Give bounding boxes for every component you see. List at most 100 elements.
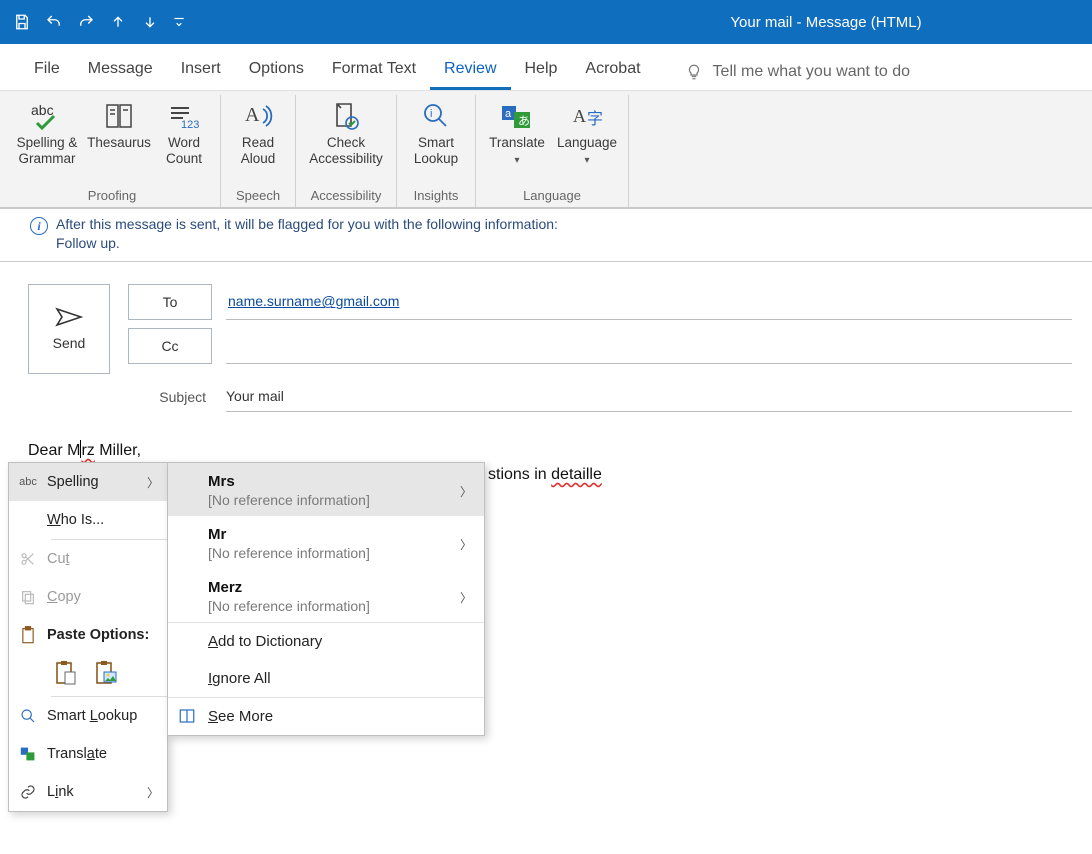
chevron-down-icon: ▾ xyxy=(514,155,519,166)
ribbon-group-proofing: abc Spelling & Grammar Thesaurus 123 Wor… xyxy=(4,95,221,207)
title-bar: Your mail - Message (HTML) xyxy=(0,0,1092,44)
scissors-icon xyxy=(19,551,37,567)
add-to-dictionary[interactable]: Add to Dictionary xyxy=(168,623,484,660)
chevron-down-icon: ▾ xyxy=(584,155,589,166)
svg-text:i: i xyxy=(430,108,432,120)
chevron-right-icon: 〉 xyxy=(147,474,159,491)
send-button[interactable]: Send xyxy=(28,284,110,374)
abc-check-icon: abc xyxy=(27,99,67,133)
subject-value: Your mail xyxy=(226,388,284,404)
cc-button[interactable]: Cc xyxy=(128,328,212,364)
context-menu: abc Spelling 〉 Who Is... Cut Copy Paste … xyxy=(8,462,168,812)
check-accessibility-button[interactable]: Check Accessibility xyxy=(302,97,390,168)
flag-info-bar: i After this message is sent, it will be… xyxy=(0,208,1092,262)
word-count-icon: 123 xyxy=(167,99,201,133)
accessibility-icon xyxy=(331,99,361,133)
customize-qat-button[interactable] xyxy=(168,8,190,36)
see-more[interactable]: See More xyxy=(168,698,484,735)
tab-file[interactable]: File xyxy=(20,54,74,90)
redo-button[interactable] xyxy=(72,8,100,36)
ribbon-group-label: Insights xyxy=(414,186,459,205)
to-button[interactable]: To xyxy=(128,284,212,320)
chevron-right-icon: 〉 xyxy=(460,589,472,606)
copy-icon xyxy=(19,589,37,605)
previous-item-button[interactable] xyxy=(104,8,132,36)
ctx-link[interactable]: Link 〉 xyxy=(9,773,167,811)
info-icon: i xyxy=(30,217,48,235)
chevron-right-icon: 〉 xyxy=(147,784,159,801)
to-value[interactable]: name.surname@gmail.com xyxy=(228,293,399,309)
read-aloud-button[interactable]: A Read Aloud xyxy=(227,97,289,168)
ctx-who-is[interactable]: Who Is... xyxy=(9,501,167,539)
suggestion-mrs[interactable]: Mrs [No reference information] 〉 xyxy=(168,463,484,516)
abc-icon: abc xyxy=(19,476,37,488)
body-text-fragment: stions in detaille xyxy=(488,466,602,484)
undo-button[interactable] xyxy=(40,8,68,36)
ribbon-group-label: Proofing xyxy=(88,186,136,205)
cc-field[interactable] xyxy=(226,328,1072,364)
smart-lookup-icon: i xyxy=(421,99,451,133)
ribbon-group-insights: i Smart Lookup Insights xyxy=(397,95,476,207)
paste-keep-source-icon[interactable] xyxy=(55,660,77,686)
ctx-spelling[interactable]: abc Spelling 〉 xyxy=(9,463,167,501)
info-line2: Follow up. xyxy=(56,234,558,253)
tab-help[interactable]: Help xyxy=(511,54,572,90)
ribbon-group-label: Language xyxy=(523,186,581,205)
tab-message[interactable]: Message xyxy=(74,54,167,90)
suggestion-merz[interactable]: Merz [No reference information] 〉 xyxy=(168,569,484,622)
tab-insert[interactable]: Insert xyxy=(167,54,235,90)
language-icon: A字 xyxy=(571,99,603,133)
lightbulb-icon xyxy=(685,63,703,81)
translate-icon xyxy=(19,746,37,762)
search-info-icon xyxy=(19,708,37,724)
thesaurus-icon xyxy=(104,99,134,133)
quick-access-toolbar xyxy=(8,8,190,36)
svg-text:A: A xyxy=(245,104,260,126)
ignore-all[interactable]: Ignore All xyxy=(168,660,484,697)
ctx-copy: Copy xyxy=(9,578,167,616)
clipboard-icon xyxy=(19,626,37,644)
chevron-right-icon: 〉 xyxy=(460,536,472,553)
thesaurus-button[interactable]: Thesaurus xyxy=(84,97,154,153)
ctx-cut: Cut xyxy=(9,540,167,578)
ribbon-group-speech: A Read Aloud Speech xyxy=(221,95,296,207)
smart-lookup-button[interactable]: i Smart Lookup xyxy=(403,97,469,168)
body-text: Dear Mrz Miller, xyxy=(28,442,141,459)
subject-label: Subject xyxy=(128,389,212,405)
translate-button[interactable]: aあ Translate▾ xyxy=(482,97,552,168)
translate-icon: aあ xyxy=(500,99,534,133)
tab-options[interactable]: Options xyxy=(235,54,318,90)
tab-acrobat[interactable]: Acrobat xyxy=(571,54,654,90)
svg-text:あ: あ xyxy=(518,114,530,128)
chevron-right-icon: 〉 xyxy=(460,483,472,500)
ctx-smart-lookup[interactable]: Smart Lookup xyxy=(9,697,167,735)
ribbon-group-label: Accessibility xyxy=(311,186,382,205)
to-field[interactable]: name.surname@gmail.com xyxy=(226,284,1072,320)
save-button[interactable] xyxy=(8,8,36,36)
svg-text:A: A xyxy=(573,106,586,126)
word-count-button[interactable]: 123 Word Count xyxy=(154,97,214,168)
suggestion-mr[interactable]: Mr [No reference information] 〉 xyxy=(168,516,484,569)
tab-review[interactable]: Review xyxy=(430,54,510,90)
ctx-translate[interactable]: Translate xyxy=(9,735,167,773)
svg-text:字: 字 xyxy=(587,110,603,128)
spelling-grammar-button[interactable]: abc Spelling & Grammar xyxy=(10,97,84,168)
read-aloud-icon: A xyxy=(243,99,273,133)
svg-text:a: a xyxy=(505,108,512,120)
send-icon xyxy=(55,307,83,327)
ctx-paste-options: Paste Options: xyxy=(9,616,167,654)
svg-text:123: 123 xyxy=(181,119,199,130)
subject-field[interactable]: Your mail xyxy=(226,382,1072,412)
language-button[interactable]: A字 Language▾ xyxy=(552,97,622,168)
tab-format-text[interactable]: Format Text xyxy=(318,54,430,90)
next-item-button[interactable] xyxy=(136,8,164,36)
tell-me-search[interactable]: Tell me what you want to do xyxy=(685,63,910,81)
info-line1: After this message is sent, it will be f… xyxy=(56,215,558,234)
ribbon: abc Spelling & Grammar Thesaurus 123 Wor… xyxy=(0,90,1092,208)
link-icon xyxy=(19,784,37,800)
send-label: Send xyxy=(53,335,86,351)
spelling-submenu: Mrs [No reference information] 〉 Mr [No … xyxy=(167,462,485,736)
paste-picture-icon[interactable] xyxy=(95,660,117,686)
tell-me-label: Tell me what you want to do xyxy=(713,63,910,81)
paste-option-icons xyxy=(9,654,167,696)
